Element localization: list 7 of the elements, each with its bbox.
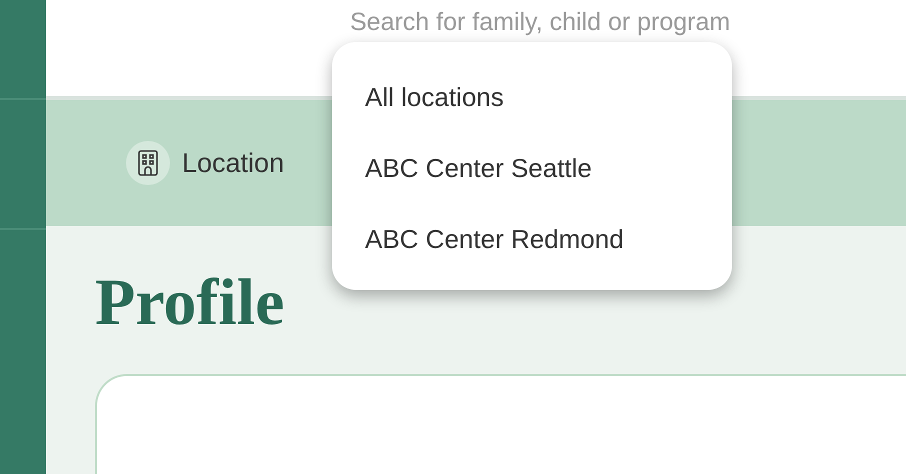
menu-item[interactable]: All locations <box>365 62 732 133</box>
menu-item[interactable]: ABC Center Seattle <box>365 133 732 204</box>
menu-item[interactable]: ABC Center Redmond <box>365 204 732 275</box>
page-title: Profile <box>95 270 286 336</box>
building-icon <box>126 141 170 185</box>
search-field[interactable]: Search for family, child or program <box>350 6 850 38</box>
location-filter[interactable]: Location <box>182 142 284 184</box>
